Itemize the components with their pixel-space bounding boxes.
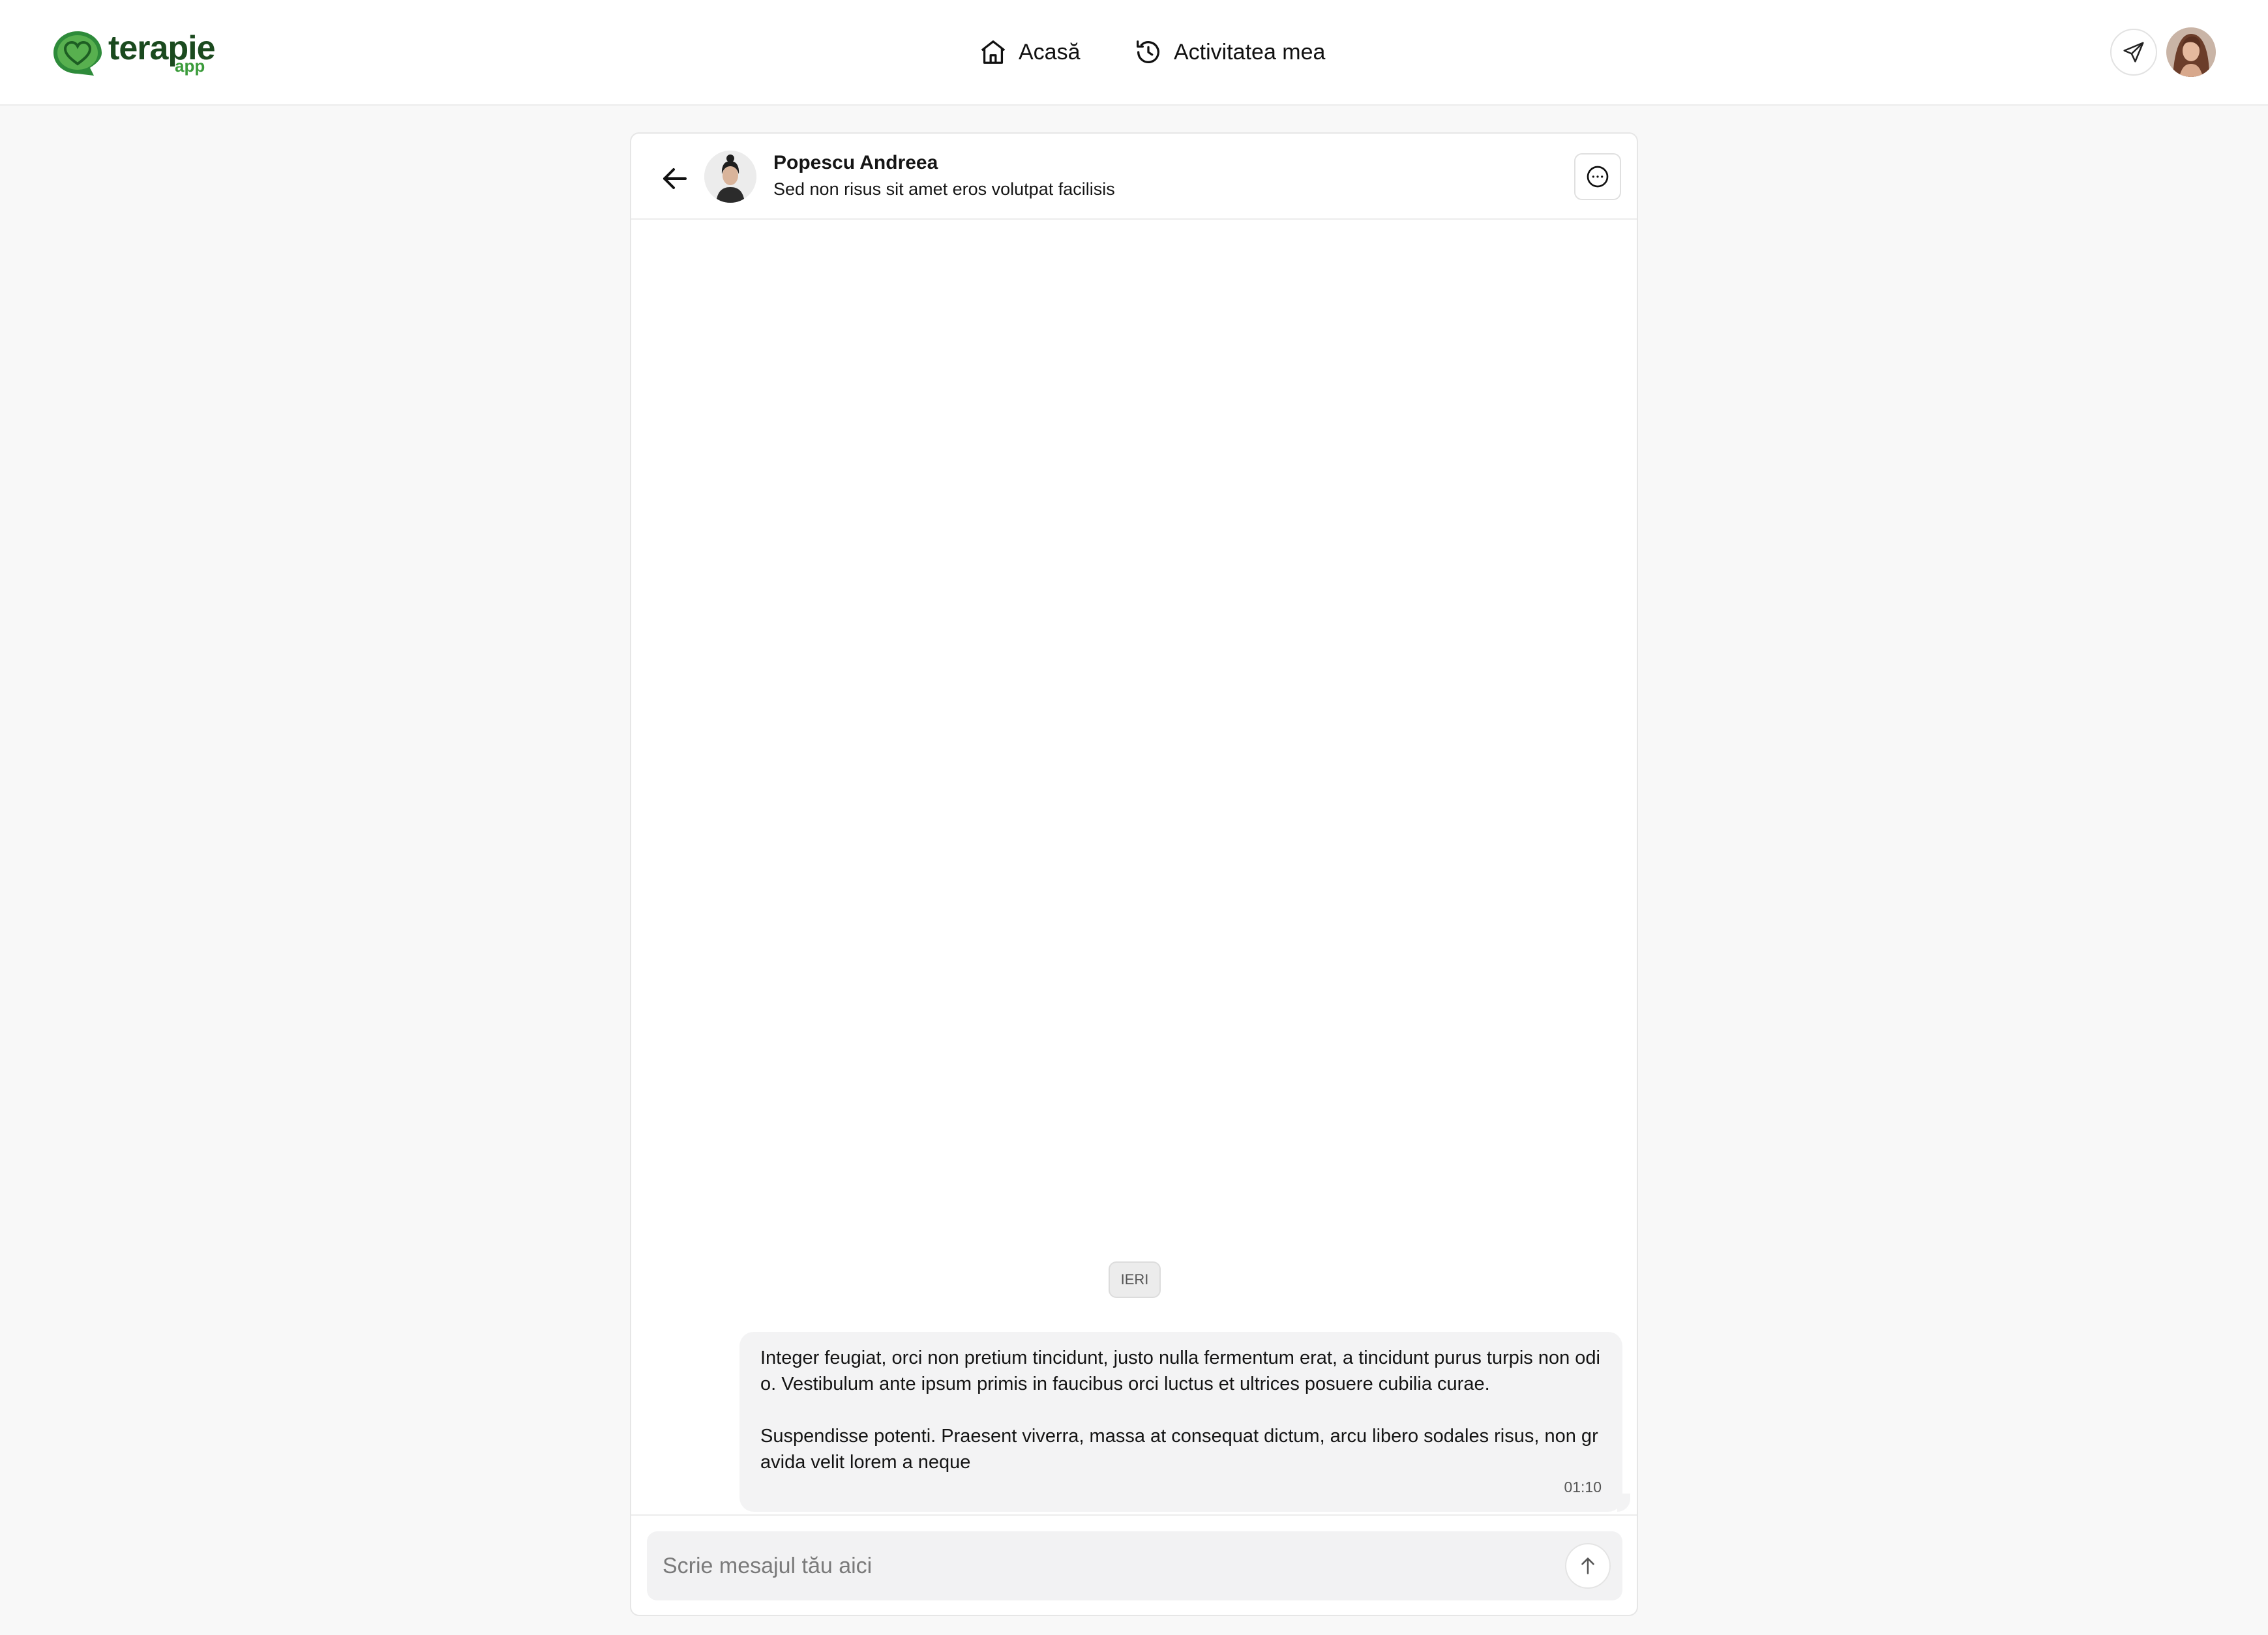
more-horizontal-icon xyxy=(1587,166,1609,188)
arrow-up-icon xyxy=(1581,1557,1594,1574)
composer-divider xyxy=(631,1514,1637,1516)
send-icon xyxy=(2123,42,2144,63)
chat-panel: Popescu Andreea Sed non risus sit amet e… xyxy=(630,132,1638,1616)
user-avatar[interactable] xyxy=(2166,27,2216,77)
heart-chat-logo-icon xyxy=(53,31,102,76)
chat-header: Popescu Andreea Sed non risus sit amet e… xyxy=(631,134,1637,220)
message-bubble-tail xyxy=(1617,1494,1630,1512)
date-separator: IERI xyxy=(1109,1261,1161,1298)
terapie-app-logo[interactable]: terapie app xyxy=(51,27,216,80)
send-message-button[interactable] xyxy=(1565,1543,1611,1589)
nav-link-activity[interactable]: Activitatea mea xyxy=(1133,33,1325,72)
top-navigation-bar: terapie app Acasă Activitatea mea xyxy=(0,0,2268,106)
arrow-left-icon xyxy=(663,168,687,189)
contact-name: Popescu Andreea xyxy=(773,152,938,173)
message-timestamp: 01:10 xyxy=(1564,1479,1602,1495)
history-icon xyxy=(1137,40,1159,63)
nav-activity-label: Activitatea mea xyxy=(1174,39,1326,65)
message-paragraph: Integer feugiat, orci non pretium tincid… xyxy=(760,1348,1600,1394)
more-options-button[interactable] xyxy=(1574,153,1621,200)
user-photo xyxy=(2166,27,2216,77)
contact-photo xyxy=(704,151,756,203)
nav-link-home[interactable]: Acasă xyxy=(978,33,1081,72)
message-composer xyxy=(647,1531,1622,1600)
contact-avatar[interactable] xyxy=(704,151,756,203)
nav-home-label: Acasă xyxy=(1019,39,1081,65)
contact-subtitle: Sed non risus sit amet eros volutpat fac… xyxy=(773,179,1115,199)
back-button[interactable] xyxy=(656,160,694,198)
message-paragraph: Suspendisse potenti. Praesent viverra, m… xyxy=(760,1426,1598,1473)
message-bubble: Integer feugiat, orci non pretium tincid… xyxy=(739,1332,1622,1512)
logo-subtext: app xyxy=(175,56,205,76)
message-input[interactable] xyxy=(663,1531,1549,1600)
send-message-button[interactable] xyxy=(2110,29,2157,76)
home-icon xyxy=(981,40,1006,64)
